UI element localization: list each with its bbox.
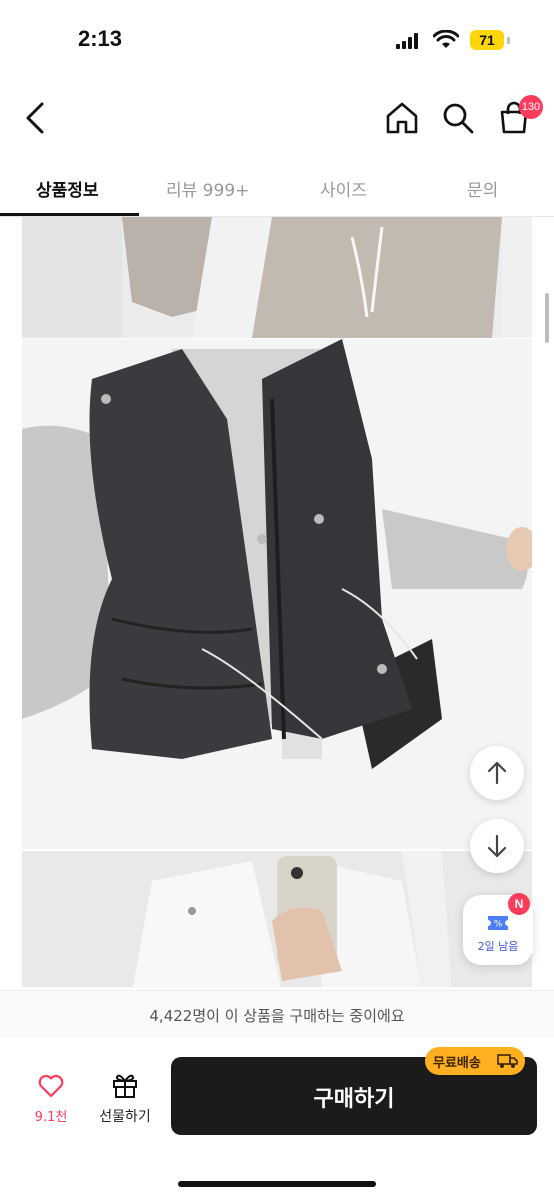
product-photo-beige-vest xyxy=(22,217,532,338)
buyers-notice-text: 4,422명이 이 상품을 구매하는 중이에요 xyxy=(149,1007,405,1025)
buyers-notice-bar: 4,422명이 이 상품을 구매하는 중이에요 xyxy=(0,990,554,1039)
coupon-icon: % xyxy=(488,916,508,930)
status-bar: 2:13 71 xyxy=(0,0,554,80)
wifi-icon xyxy=(433,30,459,48)
gift-button[interactable]: 선물하기 xyxy=(90,1068,160,1128)
tab-inquiry[interactable]: 문의 xyxy=(467,176,498,201)
battery-icon: 71 xyxy=(470,30,504,50)
arrow-down-icon xyxy=(487,834,507,858)
battery-level: 71 xyxy=(479,32,495,48)
scroll-down-button[interactable] xyxy=(470,819,524,873)
gift-icon xyxy=(113,1074,137,1098)
buy-button-label: 구매하기 xyxy=(313,1087,395,1112)
home-icon[interactable] xyxy=(384,100,420,136)
battery-tip xyxy=(507,37,510,44)
black-vest-illustration xyxy=(22,339,532,849)
new-badge: N xyxy=(508,893,530,915)
truck-icon xyxy=(497,1054,518,1068)
scroll-up-button[interactable] xyxy=(470,746,524,800)
tab-size[interactable]: 사이즈 xyxy=(320,176,367,201)
scrollbar-thumb[interactable] xyxy=(545,293,549,343)
beige-vest-illustration xyxy=(22,217,532,338)
product-tabs: 상품정보 리뷰 999+ 사이즈 문의 xyxy=(0,160,554,217)
arrow-up-icon xyxy=(487,761,507,785)
cellular-signal-icon xyxy=(396,33,418,49)
product-photo-white-vest xyxy=(22,851,532,987)
product-photo-black-vest xyxy=(22,339,532,849)
like-button[interactable]: 9.1천 xyxy=(22,1068,80,1128)
heart-icon xyxy=(38,1074,64,1098)
back-icon[interactable] xyxy=(20,100,56,136)
svg-text:%: % xyxy=(494,920,503,930)
white-vest-illustration xyxy=(22,851,532,987)
home-indicator xyxy=(178,1181,376,1187)
status-time: 2:13 xyxy=(78,26,123,51)
search-icon[interactable] xyxy=(440,100,476,136)
free-shipping-badge: 무료배송 xyxy=(425,1047,525,1075)
like-count: 9.1천 xyxy=(34,1110,68,1125)
coupon-label: 2일 남음 xyxy=(477,940,519,953)
tab-reviews[interactable]: 리뷰 999+ xyxy=(166,176,249,201)
tab-product-info[interactable]: 상품정보 xyxy=(36,176,99,201)
cart-count-badge: 130 xyxy=(519,95,543,119)
free-shipping-text: 무료배송 xyxy=(433,1056,481,1071)
gift-label: 선물하기 xyxy=(99,1109,151,1125)
active-tab-indicator xyxy=(0,213,139,216)
